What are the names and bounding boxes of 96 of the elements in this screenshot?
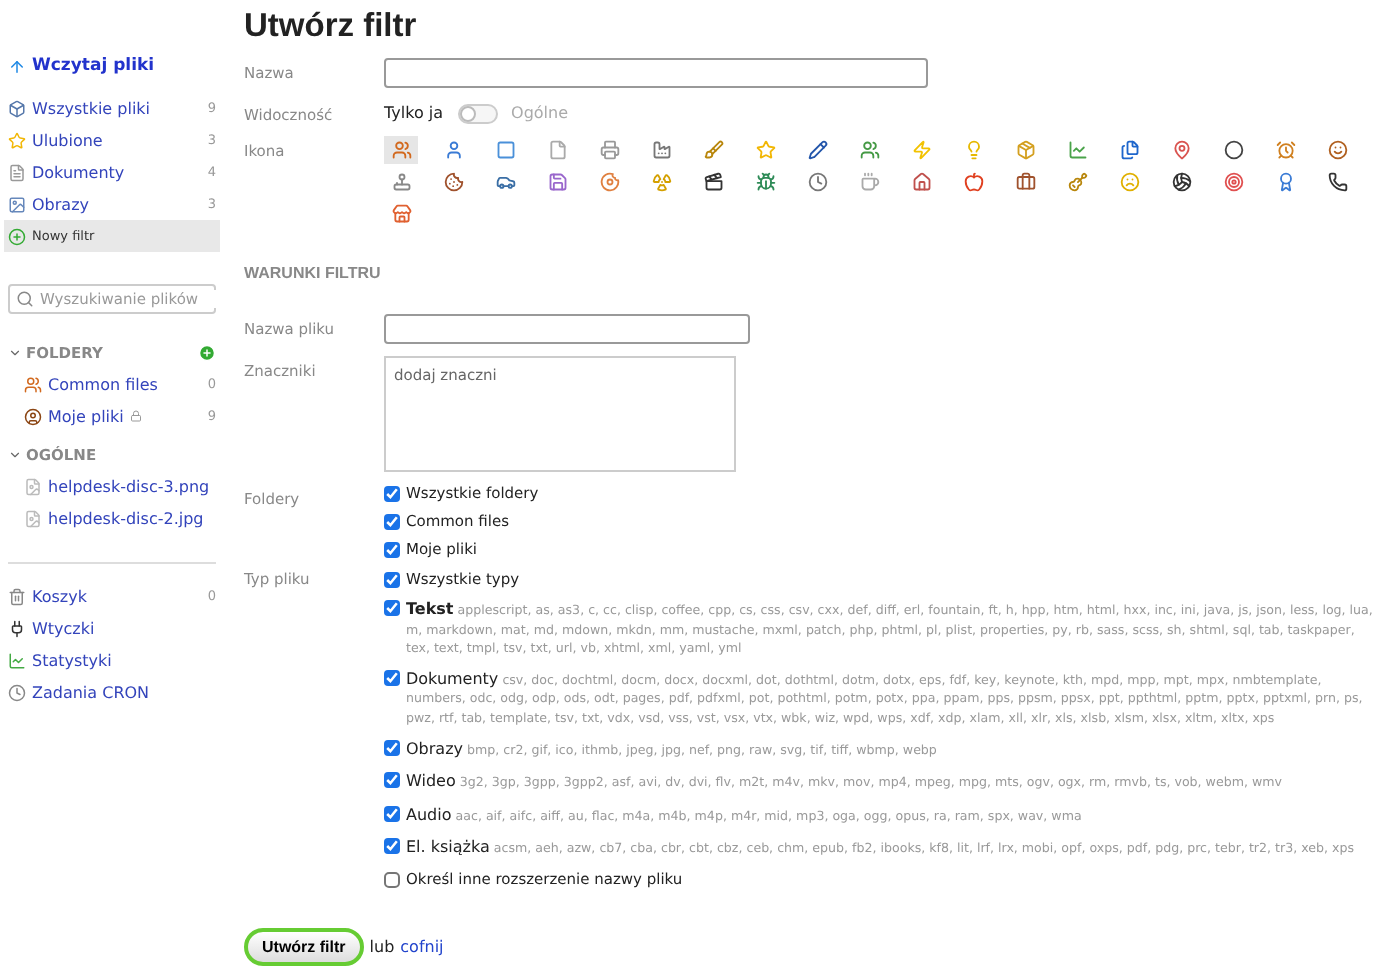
or-text: lub [369,938,395,957]
create-filter-button[interactable]: Utwórz filtr [244,928,364,967]
sidebar-label: Wszystkie pliki [32,99,151,117]
filename-field[interactable] [384,314,750,344]
chart-icon [1067,140,1087,160]
star-icon [755,140,775,160]
plug-icon [8,619,26,637]
lightbulb-icon [963,140,983,160]
file-item[interactable]: helpdesk-disc-2.jpg [4,502,220,534]
target-icon [1223,172,1243,192]
clock-icon [8,683,26,701]
trash-icon [8,587,26,605]
file-icon [24,509,42,527]
users-icon [391,140,411,160]
section-title: WARUNKI FILTRU [244,264,383,282]
document-icon [8,163,26,181]
joystick-icon [391,172,411,192]
file-label: helpdesk-disc-2.jpg [48,509,204,527]
phone-icon [1327,172,1347,192]
checkbox[interactable] [384,513,400,529]
frown-icon [1119,172,1139,192]
sidebar-label: Wtyczki [32,619,95,637]
name-field[interactable] [384,58,928,88]
apple-icon [963,172,983,192]
checkbox[interactable] [384,485,400,501]
users-icon [859,140,879,160]
files-icon [1119,140,1139,160]
package-icon [1015,140,1035,160]
image-icon [8,195,26,213]
house-icon [911,172,931,192]
briefcase-icon [1015,172,1035,192]
star-icon [8,131,26,149]
file-icon [24,477,42,495]
caret-icon [8,448,22,462]
sidebar-label: Ulubione [32,131,103,149]
pencil-icon [807,140,827,160]
folder-label: Common files [48,375,158,393]
map-pin-icon [1171,140,1191,160]
caret-icon [8,346,22,360]
checkbox[interactable] [384,739,400,756]
cancel-link[interactable]: cofnij [400,938,444,957]
clock-icon [807,172,827,192]
alarm-clock-icon [1275,140,1295,160]
file-item[interactable]: helpdesk-disc-3.png [4,470,220,502]
plus-icon [8,227,26,245]
donut-icon [599,172,619,192]
sidebar-label: Obrazy [32,195,89,213]
store-icon [391,204,411,224]
file-label: helpdesk-disc-3.png [48,477,210,495]
checkbox[interactable] [384,669,400,686]
sidebar-label: Dokumenty [32,163,125,181]
upload-link[interactable]: Wczytaj pliki [4,56,220,76]
save-icon [547,172,567,192]
chart-icon [8,651,26,669]
sidebar-item[interactable]: Zadania CRON [4,676,220,708]
checkbox[interactable] [384,772,400,789]
sidebar-item[interactable]: Wtyczki [4,612,220,644]
factory-icon [651,140,671,160]
printer-icon [599,140,619,160]
square-icon [495,140,515,160]
folder-label: Moje pliki [48,407,124,425]
sidebar-label: Koszyk [32,587,87,605]
ball-icon [1171,172,1191,192]
award-icon [1275,172,1295,192]
users-icon [24,375,42,393]
page-title: Utwórz filtr [244,8,419,46]
brush-icon [703,140,723,160]
avatar-icon [24,407,42,425]
checkbox[interactable] [384,871,400,888]
bug-icon [755,172,775,192]
coffee-icon [859,172,879,192]
guitar-icon [1067,172,1087,192]
checkbox[interactable] [384,571,400,587]
visibility-option[interactable]: Tylko ja [384,100,444,122]
sidebar-label: Zadania CRON [32,683,150,701]
cookie-icon [443,172,463,192]
checkbox[interactable] [384,805,400,822]
car-icon [495,172,515,192]
file-icon [547,140,567,160]
search-icon [16,290,34,308]
lightning-icon [911,140,931,160]
user-icon [443,140,463,160]
visibility-switch[interactable] [457,104,498,124]
arrow-up-icon [8,57,26,75]
checkbox[interactable] [384,600,400,616]
sidebar-item[interactable]: Statystyki [4,644,220,676]
lock-icon [129,410,142,422]
radiation-icon [651,172,671,192]
circle-icon [1223,140,1243,160]
checkbox[interactable] [384,838,400,855]
smile-icon [1327,140,1347,160]
sidebar-label: Statystyki [32,651,112,669]
add-icon[interactable] [198,344,216,362]
checkbox[interactable] [384,541,400,557]
clapperboard-icon [703,172,723,192]
cube-icon [8,99,26,117]
